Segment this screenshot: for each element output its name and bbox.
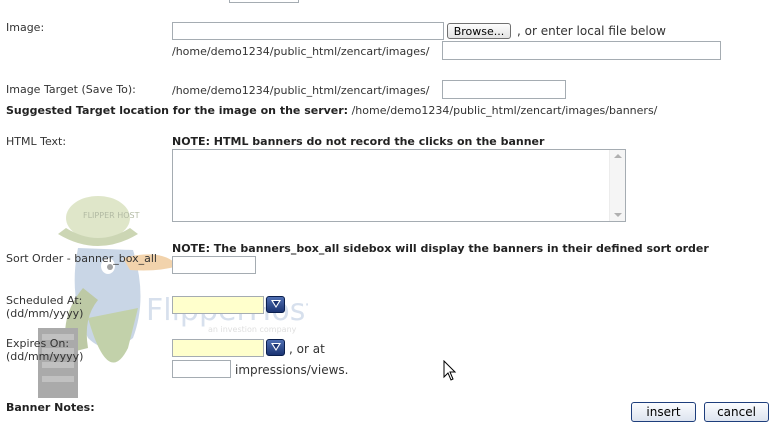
scroll-up-arrow-icon[interactable] [614,154,622,158]
cancel-button[interactable]: cancel [704,402,769,422]
browse-button[interactable]: Browse... [447,23,511,39]
calendar-dropdown-icon [271,343,281,351]
banner-notes-label: Banner Notes: [6,401,95,414]
impressions-text: impressions/views. [235,363,349,377]
watermark-tagline: an investion company [208,325,297,334]
html-text-textarea[interactable] [172,149,626,222]
image-label: Image: [6,21,45,34]
html-banner-note: NOTE: HTML banners do not record the cli… [172,135,545,148]
suggested-target-path: /home/demo1234/public_html/zencart/image… [351,104,658,117]
image-target-path: /home/demo1234/public_html/zencart/image… [172,84,430,97]
or-local-file-text: , or enter local file below [517,24,666,38]
scheduled-format: (dd/mm/yyyy) [6,307,84,320]
impressions-input[interactable] [172,360,231,378]
textarea-scrollbar[interactable] [609,150,625,221]
mouse-cursor-icon [443,360,457,381]
scroll-down-arrow-icon[interactable] [614,213,622,217]
suggested-target-label: Suggested Target location for the image … [6,104,349,117]
expires-format: (dd/mm/yyyy) [6,350,84,363]
calendar-dropdown-icon [271,300,281,308]
insert-button[interactable]: insert [631,402,696,422]
expires-calendar-button[interactable] [266,339,285,356]
or-at-text: , or at [289,342,325,356]
cap-logo-text: FLIPPER HOST [83,211,140,220]
local-path-text: /home/demo1234/public_html/zencart/image… [172,45,430,58]
scheduled-at-label: Scheduled At: [6,294,83,307]
suggested-target: Suggested Target location for the image … [6,104,657,117]
local-file-input[interactable] [442,41,721,60]
sort-order-input[interactable] [172,256,256,274]
image-target-label: Image Target (Save To): [6,83,136,96]
expires-date-input[interactable] [172,339,264,357]
top-field-fragment [229,0,299,3]
image-target-input[interactable] [442,80,566,99]
image-file-input[interactable] [172,22,444,40]
expires-on-label: Expires On: [6,337,70,350]
html-text-label: HTML Text: [6,135,67,148]
sort-order-note: NOTE: The banners_box_all sidebox will d… [172,242,709,255]
scheduled-date-input[interactable] [172,296,264,314]
scheduled-calendar-button[interactable] [266,296,285,313]
sort-order-label: Sort Order - banner_box_all [6,252,157,265]
